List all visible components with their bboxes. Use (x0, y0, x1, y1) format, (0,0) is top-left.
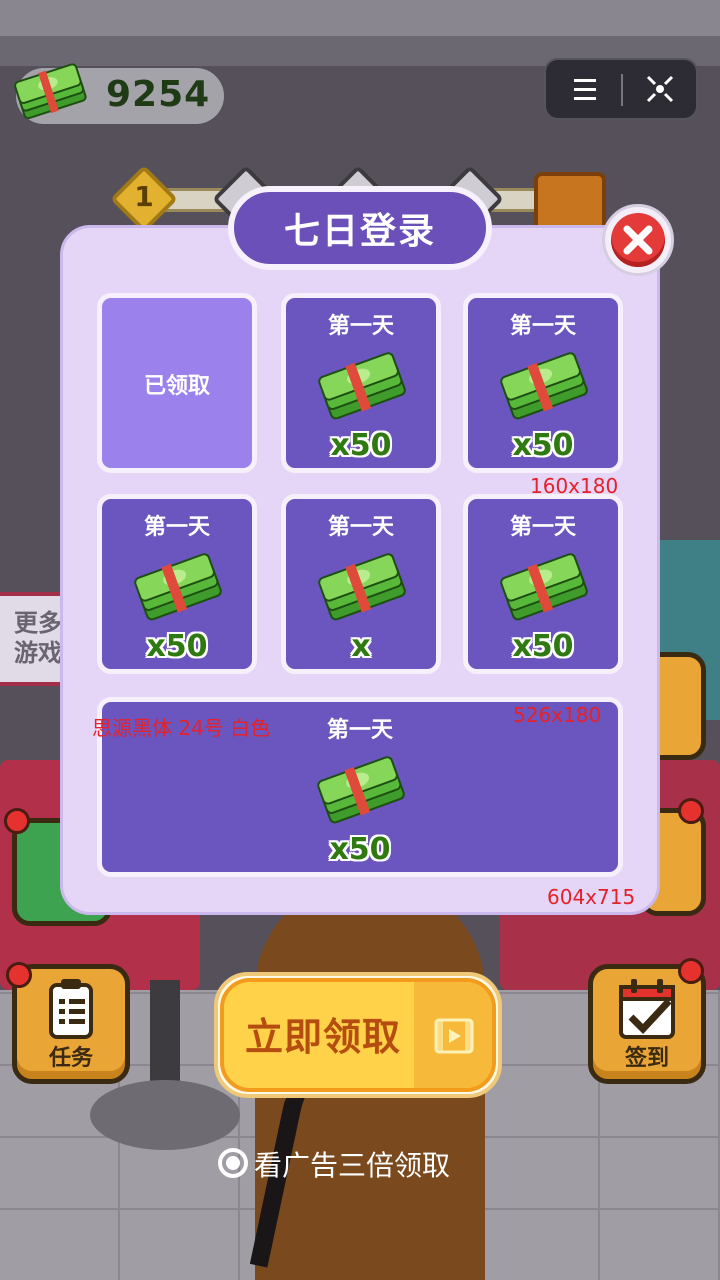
video-ad-icon (434, 1018, 474, 1054)
watch-ad-label[interactable]: 看广告三倍领取 (254, 1144, 450, 1184)
close-x-icon (623, 225, 653, 255)
notification-dot (678, 798, 704, 824)
reward-card-day-1[interactable]: 已领取 (97, 293, 257, 473)
money-stack-icon (134, 553, 222, 621)
card-amount: x50 (512, 629, 574, 664)
claim-now-label: 立即领取 (244, 1015, 401, 1059)
money-stack-icon (500, 553, 588, 621)
reward-card-day-5[interactable]: 第一天 x (281, 494, 441, 674)
size-annotation: 160x180 (530, 474, 619, 498)
size-annotation: 526x180 (513, 703, 602, 727)
size-annotation: 604x715 (547, 885, 636, 909)
treasure-chest-icon (534, 172, 606, 232)
card-day-label: 第一天 (327, 314, 394, 339)
reward-card-day-3[interactable]: 第一天 x50 (463, 293, 623, 473)
background-lamp-pole (150, 980, 180, 1090)
reward-card-day-2[interactable]: 第一天 x50 (281, 293, 441, 473)
card-amount: x (351, 629, 371, 664)
card-amount: x50 (329, 832, 391, 867)
font-annotation: 思源黑体 24号 白色 (92, 716, 271, 740)
money-stack-icon (318, 352, 406, 420)
reward-card-day-6[interactable]: 第一天 x50 (463, 494, 623, 674)
hamburger-icon (574, 79, 596, 100)
target-close-icon (646, 75, 674, 103)
card-amount: x50 (512, 428, 574, 463)
reward-card-day-4[interactable]: 第一天 x50 (97, 494, 257, 674)
card-day-label: 第一天 (509, 515, 576, 540)
money-stack-icon (317, 756, 405, 824)
capsule-divider (621, 74, 623, 106)
dialog-close-button-face[interactable] (611, 213, 665, 267)
dialog-title: 七日登录 (283, 211, 436, 252)
background-lamp-base (90, 1080, 240, 1150)
notification-dot (6, 962, 32, 988)
card-day-label: 第一天 (509, 314, 576, 339)
menu-button[interactable] (548, 60, 620, 118)
card-day-label: 第一天 (143, 515, 210, 540)
card-day-label: 第一天 (327, 515, 394, 540)
claimed-label: 已领取 (143, 374, 210, 399)
money-stack-icon (14, 63, 87, 120)
money-stack-icon (500, 352, 588, 420)
card-amount: x50 (146, 629, 208, 664)
cash-value: 9254 (106, 74, 211, 115)
card-amount: x50 (330, 428, 392, 463)
sign-in-label: 签到 (624, 1046, 669, 1071)
watch-ad-radio-dot (226, 1156, 240, 1170)
money-stack-icon (318, 553, 406, 621)
notification-dot (4, 808, 30, 834)
mini-program-capsule (544, 58, 698, 120)
exit-button[interactable] (624, 60, 696, 118)
task-label: 任务 (48, 1046, 93, 1071)
progress-node-number: 1 (134, 180, 154, 213)
notification-dot (678, 958, 704, 984)
background-top (0, 0, 720, 36)
